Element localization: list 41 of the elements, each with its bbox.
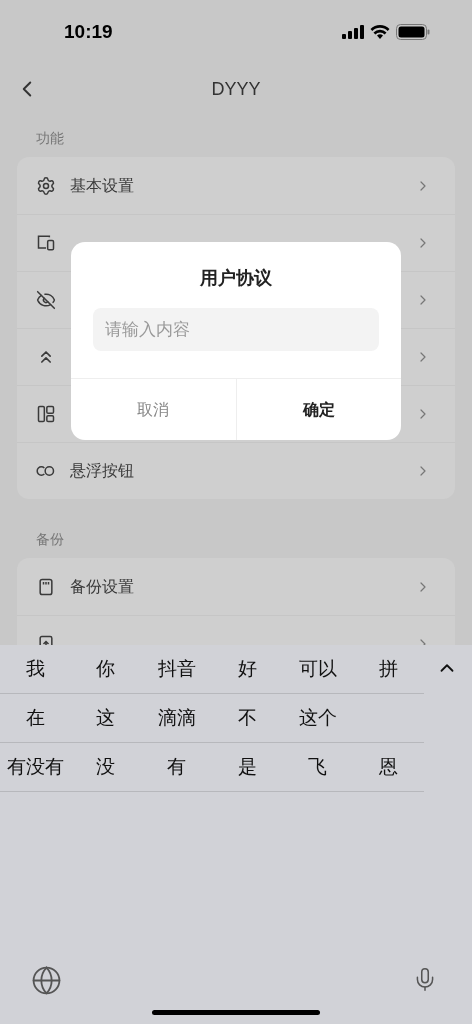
- settings-row[interactable]: 基本设置: [17, 157, 455, 214]
- row-label: 备份设置: [70, 576, 134, 597]
- candidate-word[interactable]: 滴滴: [141, 703, 212, 733]
- candidate-word[interactable]: 可以: [282, 654, 354, 684]
- settings-row[interactable]: 备份设置: [17, 558, 455, 615]
- signal-icon: [342, 25, 364, 39]
- phone-upload-icon: [36, 634, 56, 645]
- candidate-word[interactable]: 在: [0, 703, 71, 733]
- candidate-word[interactable]: 好: [212, 654, 283, 684]
- candidate-word[interactable]: 这个: [282, 703, 354, 733]
- section-header: 功能: [36, 129, 65, 148]
- input-field[interactable]: 请输入内容: [93, 308, 379, 351]
- settings-row[interactable]: 悬浮按钮: [17, 442, 455, 499]
- eye-off-icon: [36, 290, 56, 310]
- dialog-title: 用户协议: [200, 267, 272, 290]
- section-header: 备份: [36, 530, 65, 549]
- cancel-button[interactable]: 取消: [71, 379, 236, 440]
- candidate-word[interactable]: 你: [70, 654, 142, 684]
- candidate-word[interactable]: 有没有: [0, 752, 71, 782]
- candidate-word[interactable]: 没: [70, 752, 142, 782]
- page-title: DYYY: [211, 77, 261, 101]
- gear-icon: [36, 175, 56, 196]
- row-label: 基本设置: [70, 175, 134, 196]
- candidate-word[interactable]: 这: [70, 703, 142, 733]
- candidate-word[interactable]: 我: [0, 654, 71, 684]
- battery-icon: [396, 24, 430, 40]
- globe-icon[interactable]: [31, 965, 62, 996]
- candidate-word[interactable]: 拼: [353, 654, 424, 684]
- confirm-button[interactable]: 确定: [235, 379, 401, 440]
- memory-card-icon: [36, 576, 56, 597]
- layout-icon: [36, 404, 56, 424]
- candidate-word[interactable]: 飞: [282, 752, 354, 782]
- devices-icon: [36, 233, 56, 253]
- candidate-word[interactable]: 恩: [353, 752, 424, 782]
- candidate-word[interactable]: 是: [212, 752, 283, 782]
- candidate-word[interactable]: 有: [141, 752, 212, 782]
- candidate-word[interactable]: 抖音: [141, 654, 212, 684]
- row-label: 悬浮按钮: [70, 461, 134, 481]
- status-time: 10:19: [64, 19, 113, 44]
- wifi-icon: [370, 25, 390, 39]
- candidate-word[interactable]: 不: [212, 703, 283, 733]
